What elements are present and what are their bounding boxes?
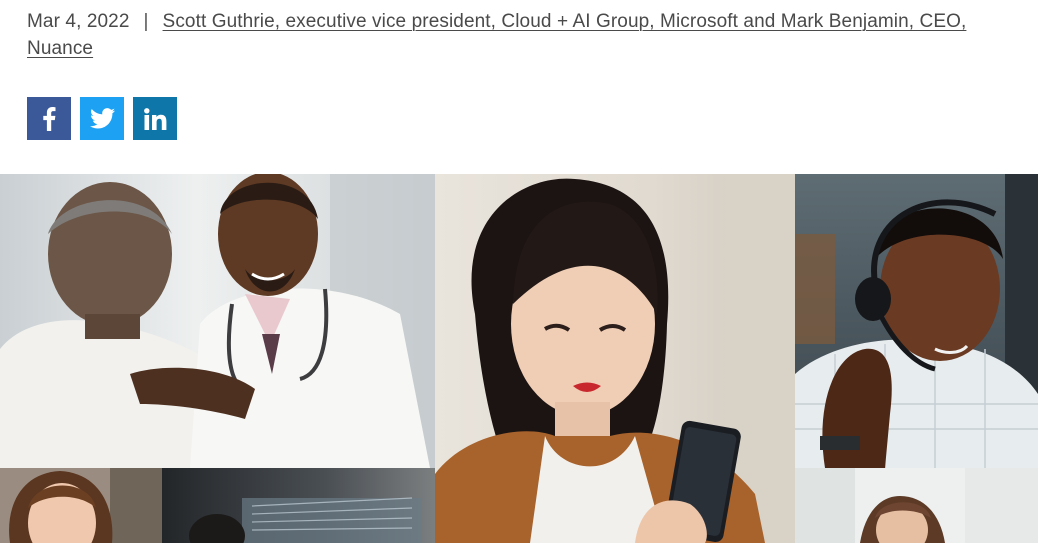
share-linkedin-button[interactable]	[133, 97, 177, 140]
share-twitter-button[interactable]	[80, 97, 124, 140]
woman-smiling-photo	[0, 468, 162, 543]
woman-at-desk-photo	[795, 468, 1038, 543]
facebook-icon	[43, 106, 56, 131]
hero-collage	[0, 174, 1038, 543]
share-facebook-button[interactable]	[27, 97, 71, 140]
twitter-icon	[89, 108, 115, 129]
doctor-with-patient-photo	[0, 174, 435, 468]
publish-date: Mar 4, 2022	[27, 11, 130, 32]
woman-with-smartphone-photo	[435, 174, 795, 543]
person-at-monitors-photo	[162, 468, 435, 543]
share-buttons	[27, 97, 177, 140]
linkedin-icon	[143, 107, 166, 130]
meta-separator: |	[143, 11, 149, 32]
authors-link[interactable]: Scott Guthrie, executive vice president,…	[27, 11, 966, 59]
article-page: Mar 4, 2022 | Scott Guthrie, executive vic…	[0, 0, 1038, 543]
article-meta: Mar 4, 2022 | Scott Guthrie, executive vic…	[27, 8, 1017, 62]
agent-with-headset-photo	[795, 174, 1038, 468]
